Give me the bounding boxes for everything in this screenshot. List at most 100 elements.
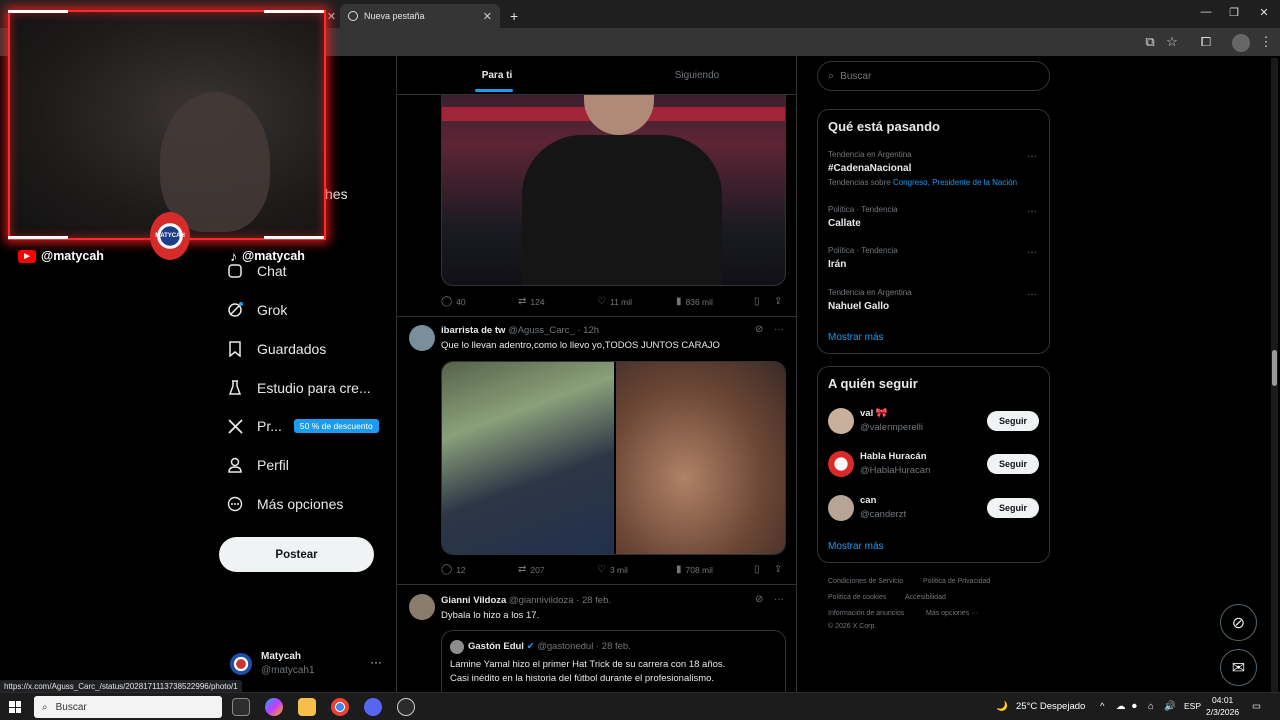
more-icon[interactable]: ···	[774, 594, 784, 605]
browser-menu-icon[interactable]: ⋮	[1258, 34, 1274, 50]
obs-icon[interactable]	[397, 698, 415, 716]
footer-link-more[interactable]: Más opciones ···	[926, 610, 978, 617]
reply-count[interactable]: ◯ 40	[441, 296, 466, 307]
taskbar-search[interactable]: ⌕ Buscar	[34, 696, 222, 718]
tweet-avatar[interactable]	[409, 325, 435, 351]
minimize-button[interactable]: —	[1196, 6, 1216, 18]
tweet-image[interactable]	[441, 94, 786, 286]
windows-start-icon[interactable]	[9, 701, 21, 713]
nav-item-grok[interactable]: Grok	[226, 295, 287, 325]
footer-link-privacy[interactable]: Política de Privacidad	[923, 578, 990, 585]
new-tab-button[interactable]: +	[502, 4, 526, 28]
grok-fab-button[interactable]: ⊘	[1220, 604, 1257, 641]
language-indicator[interactable]: ESP	[1184, 701, 1201, 711]
trend-more-icon[interactable]: ···	[1027, 206, 1037, 217]
trend-name[interactable]: #CadenaNacional	[828, 163, 911, 174]
tweet-time[interactable]: · 12h	[577, 325, 599, 336]
scrollbar-thumb[interactable]	[1272, 350, 1277, 386]
notifications-icon[interactable]: ▭	[1252, 701, 1261, 712]
grok-icon[interactable]: ⊘	[755, 324, 763, 335]
task-view-icon[interactable]	[232, 698, 250, 716]
chrome-icon[interactable]	[331, 698, 349, 716]
close-icon[interactable]: ✕	[327, 10, 336, 23]
show-more-link[interactable]: Mostrar más	[828, 541, 884, 552]
follow-name[interactable]: can	[860, 495, 876, 506]
trend-name[interactable]: Irán	[828, 259, 846, 270]
browser-tab-new[interactable]: Nueva pestaña ✕	[340, 4, 500, 28]
messages-fab-button[interactable]: ✉	[1220, 649, 1257, 686]
nav-item-bookmarks[interactable]: Guardados	[226, 334, 326, 364]
quote-tweet[interactable]: Gastón Edul ✔ @gastonedul · 28 feb. Lami…	[441, 630, 786, 692]
follow-handle[interactable]: @canderzt	[860, 509, 906, 520]
follow-button[interactable]: Seguir	[987, 411, 1039, 431]
nav-item-studio[interactable]: Estudio para cre...	[226, 373, 371, 403]
like-count[interactable]: ♡ 11 mil	[597, 296, 632, 307]
tray-chevron-icon[interactable]: ^	[1100, 701, 1104, 712]
author-name[interactable]: ibarrista de tw	[441, 325, 505, 336]
profile-avatar[interactable]	[1232, 34, 1250, 52]
restore-button[interactable]: ❐	[1224, 6, 1244, 19]
view-count[interactable]: ▮ 836 mil	[676, 296, 713, 307]
cast-icon[interactable]: ⧉	[1142, 34, 1158, 50]
footer-link-terms[interactable]: Condiciones de Servicio	[828, 578, 903, 585]
window-close-button[interactable]: ✕	[1254, 6, 1274, 19]
share-button[interactable]: ⇪	[774, 564, 786, 575]
clock-date[interactable]: 2/3/2026	[1206, 707, 1239, 717]
author-name[interactable]: Gianni Vildoza	[441, 595, 506, 606]
grok-icon[interactable]: ⊘	[755, 594, 763, 605]
retweet-count[interactable]: ⇄ 207	[518, 564, 545, 575]
trend-more-icon[interactable]: ···	[1027, 247, 1037, 258]
bookmark-star-icon[interactable]: ☆	[1164, 34, 1180, 50]
tweet-photo-left[interactable]	[442, 362, 614, 554]
clock-time[interactable]: 04:01	[1212, 695, 1233, 705]
account-menu-icon[interactable]: ···	[370, 655, 382, 669]
extensions-icon[interactable]: ⧠	[1198, 34, 1214, 50]
share-button[interactable]: ⇪	[774, 296, 786, 307]
microphone-icon[interactable]: ⏺	[1132, 701, 1137, 712]
post-button[interactable]: Postear	[219, 537, 374, 572]
follow-avatar[interactable]	[828, 451, 854, 477]
page-scrollbar[interactable]	[1271, 58, 1278, 692]
nav-item-more[interactable]: Más opciones	[226, 489, 343, 519]
follow-button[interactable]: Seguir	[987, 498, 1039, 518]
weather-icon[interactable]: 🌙	[996, 701, 1008, 712]
volume-icon[interactable]: 🔊	[1164, 701, 1176, 712]
more-icon[interactable]: ···	[774, 324, 784, 335]
trend-name[interactable]: Nahuel Gallo	[828, 301, 889, 312]
discord-icon[interactable]	[364, 698, 382, 716]
footer-link-ads[interactable]: Información de anuncios	[828, 610, 904, 617]
trend-more-icon[interactable]: ···	[1027, 151, 1037, 162]
copilot-icon[interactable]	[265, 698, 283, 716]
search-input[interactable]: ⌕ Buscar	[817, 61, 1050, 91]
tweet-time[interactable]: · 28 feb.	[576, 595, 611, 606]
account-avatar[interactable]	[230, 653, 252, 675]
trend-name[interactable]: Callate	[828, 218, 861, 229]
nav-item-premium[interactable]: Pr... 50 % de descuento	[226, 411, 379, 441]
follow-name[interactable]: Habla Huracán	[860, 451, 927, 462]
follow-avatar[interactable]	[828, 408, 854, 434]
network-icon[interactable]: ⌂	[1148, 701, 1154, 712]
like-count[interactable]: ♡ 3 mil	[597, 564, 628, 575]
author-handle[interactable]: @Aguss_Carc_	[508, 325, 575, 336]
follow-name[interactable]: val 🎀	[860, 408, 888, 419]
cloud-icon[interactable]: ☁	[1116, 701, 1126, 712]
follow-handle[interactable]: @HablaHuracan	[860, 465, 930, 476]
reply-count[interactable]: ◯ 12	[441, 564, 466, 575]
trend-subtext-links[interactable]: Congreso, Presidente de la Nación	[893, 178, 1017, 187]
footer-link-cookies[interactable]: Política de cookies	[828, 594, 886, 601]
file-explorer-icon[interactable]	[298, 698, 316, 716]
close-icon[interactable]: ✕	[483, 10, 492, 23]
bookmark-button[interactable]: ▯	[754, 296, 764, 307]
view-count[interactable]: ▮ 708 mil	[676, 564, 713, 575]
footer-link-accessibility[interactable]: Accesibilidad	[905, 594, 946, 601]
nav-item-profile[interactable]: Perfil	[226, 450, 289, 480]
author-handle[interactable]: @giannivildoza	[509, 595, 574, 606]
tab-following[interactable]: Siguiendo	[597, 56, 796, 94]
retweet-count[interactable]: ⇄ 124	[518, 296, 545, 307]
tweet-photo-right[interactable]	[616, 362, 785, 554]
show-more-link[interactable]: Mostrar más	[828, 332, 884, 343]
follow-avatar[interactable]	[828, 495, 854, 521]
tweet-media[interactable]	[441, 361, 786, 555]
follow-handle[interactable]: @valennperelli	[860, 422, 923, 433]
bookmark-button[interactable]: ▯	[754, 564, 764, 575]
